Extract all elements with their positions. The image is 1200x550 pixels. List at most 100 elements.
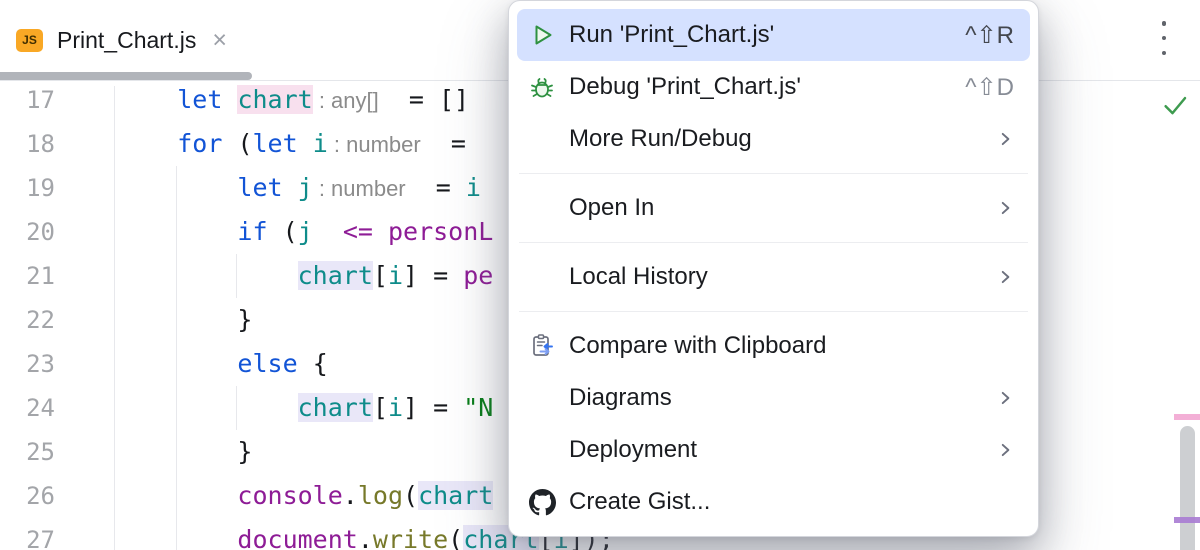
code-token: }	[237, 305, 253, 334]
error-stripe-mark[interactable]	[1174, 414, 1200, 420]
line-number[interactable]: 26	[0, 474, 55, 518]
menu-item-run[interactable]: Run 'Print_Chart.js' ^⇧R	[517, 9, 1030, 61]
line-number[interactable]: 22	[0, 298, 55, 342]
editor-context-menu: Run 'Print_Chart.js' ^⇧R Debug 'Print_Char…	[508, 0, 1039, 537]
menu-separator	[519, 242, 1028, 243]
code-token: ] =	[403, 261, 464, 290]
menu-item-icon-spacer	[527, 262, 557, 292]
line-number[interactable]: 27	[0, 518, 55, 550]
line-number[interactable]: 24	[0, 386, 55, 430]
menu-separator	[519, 173, 1028, 174]
line-number[interactable]: 18	[0, 122, 55, 166]
highlighted-identifier: chart	[297, 261, 373, 290]
tab-print-chart-js[interactable]: JS Print_Chart.js ×	[16, 14, 227, 66]
menu-item-open-in[interactable]: Open In	[517, 182, 1030, 234]
menu-separator	[519, 311, 1028, 312]
menu-item-debug[interactable]: Debug 'Print_Chart.js' ^⇧D	[517, 61, 1030, 113]
code-token: .	[342, 481, 358, 510]
line-number[interactable]: 17	[0, 78, 55, 122]
code-token: .	[357, 525, 373, 550]
chevron-right-icon	[996, 389, 1014, 407]
vertical-scrollbar-thumb[interactable]	[1180, 426, 1195, 550]
menu-item-more-run-debug[interactable]: More Run/Debug	[517, 113, 1030, 165]
line-number[interactable]: 21	[0, 254, 55, 298]
code-token: {	[312, 349, 328, 378]
code-token: (	[448, 525, 464, 550]
menu-item-icon-spacer	[527, 435, 557, 465]
menu-item-create-gist[interactable]: Create Gist...	[517, 476, 1030, 528]
chevron-right-icon	[996, 130, 1014, 148]
menu-item-compare-with-clipboard[interactable]: Compare with Clipboard	[517, 320, 1030, 372]
line-number[interactable]: 20	[0, 210, 55, 254]
code-token: [	[372, 393, 388, 422]
debug-icon	[527, 72, 557, 102]
code-token: : number	[327, 132, 421, 157]
code-token: log	[357, 481, 403, 510]
code-token: let	[237, 173, 298, 202]
javascript-file-icon: JS	[16, 28, 43, 52]
code-token: i	[387, 261, 404, 290]
code-token: = []	[378, 85, 470, 114]
code-token: : number	[312, 176, 406, 201]
code-token: [	[372, 261, 388, 290]
horizontal-scrollbar-thumb[interactable]	[0, 72, 252, 80]
code-token: console	[237, 481, 343, 510]
code-token: =	[405, 173, 466, 202]
menu-item-label: Compare with Clipboard	[569, 332, 827, 359]
github-icon	[527, 487, 557, 517]
code-text: if (j <= personL	[117, 210, 493, 254]
code-token: (	[403, 481, 419, 510]
code-text: let chart : any[] = []	[117, 78, 469, 123]
error-stripe-mark[interactable]	[1174, 517, 1200, 523]
code-text: else {	[117, 342, 328, 386]
menu-item-shortcut: ^⇧R	[965, 21, 1014, 49]
highlighted-identifier: chart	[418, 481, 494, 510]
code-token: for	[177, 129, 238, 158]
code-token: i	[312, 129, 328, 158]
code-token: pe	[463, 261, 494, 290]
code-text: chart[i] = pe	[117, 254, 493, 298]
code-token: document	[237, 525, 358, 550]
menu-item-deployment[interactable]: Deployment	[517, 424, 1030, 476]
menu-item-shortcut: ^⇧D	[965, 73, 1014, 101]
inspections-ok-check-icon[interactable]	[1160, 90, 1190, 120]
menu-item-label: Local History	[569, 263, 708, 290]
ide-window: 17 let chart : any[] = [] 18 for ( let i :…	[0, 0, 1200, 550]
code-token: : any[]	[312, 88, 379, 113]
code-text: }	[117, 298, 252, 342]
clipboard-compare-icon	[527, 331, 557, 361]
line-number[interactable]: 19	[0, 166, 55, 210]
line-number[interactable]: 25	[0, 430, 55, 474]
code-text: }	[117, 430, 252, 474]
line-number[interactable]: 23	[0, 342, 55, 386]
menu-item-label: Diagrams	[569, 384, 672, 411]
menu-item-label: Open In	[569, 194, 655, 221]
code-token: j	[297, 217, 313, 246]
chevron-right-icon	[996, 441, 1014, 459]
highlighted-identifier: chart	[237, 85, 313, 114]
tab-title: Print_Chart.js	[57, 26, 197, 53]
chevron-right-icon	[996, 268, 1014, 286]
code-token: i	[465, 173, 481, 202]
menu-item-local-history[interactable]: Local History	[517, 251, 1030, 303]
code-token: let	[252, 129, 313, 158]
menu-item-diagrams[interactable]: Diagrams	[517, 372, 1030, 424]
more-options-kebab-icon[interactable]	[1156, 21, 1172, 55]
code-token: <= personL	[342, 217, 494, 246]
menu-item-icon-spacer	[527, 193, 557, 223]
close-tab-icon[interactable]: ×	[212, 27, 227, 53]
chevron-right-icon	[996, 199, 1014, 217]
highlighted-identifier: chart	[297, 393, 373, 422]
code-token: "N	[463, 393, 494, 422]
code-token: (	[282, 217, 298, 246]
code-text: chart[i] = "N	[117, 386, 493, 430]
code-token: =	[420, 129, 466, 158]
